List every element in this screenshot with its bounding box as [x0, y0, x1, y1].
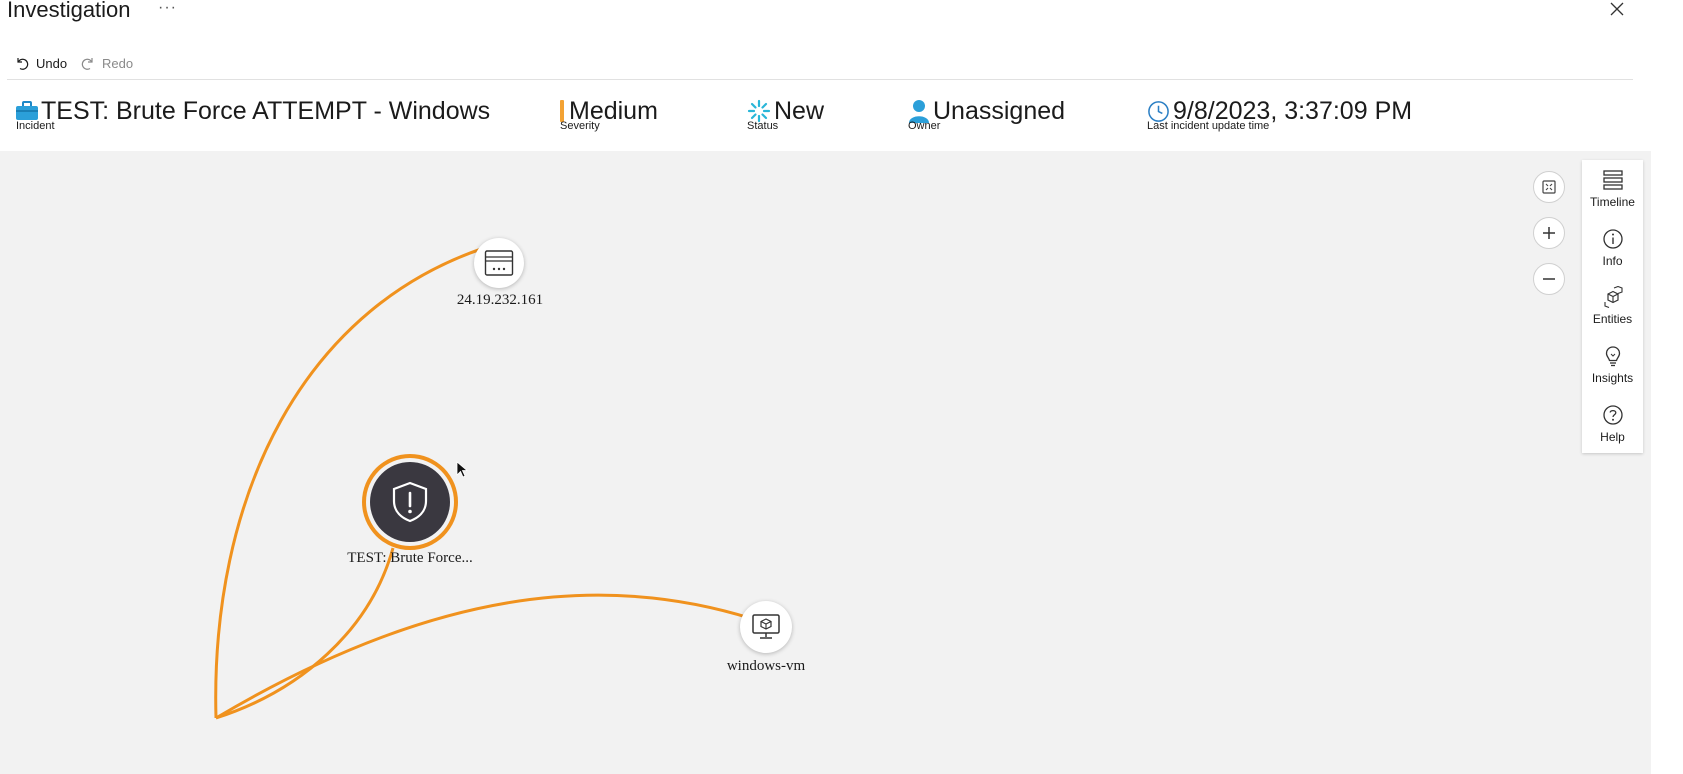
close-button[interactable] [1605, 0, 1629, 23]
undo-label: Undo [36, 55, 68, 71]
timeline-icon [1602, 170, 1623, 190]
edge-alert-to-hub [215, 547, 395, 720]
toolbar-divider [7, 79, 1633, 80]
sidebar-item-help[interactable]: Help [1582, 394, 1643, 453]
mouse-cursor-icon [456, 461, 468, 478]
sidebar-item-label: Entities [1592, 312, 1633, 327]
more-options-button[interactable]: ··· [158, 0, 177, 19]
ip-address-icon [484, 250, 514, 276]
panel-title: Investigation [7, 0, 131, 22]
sidebar-item-label: Insights [1591, 371, 1634, 386]
status-field: New Status [747, 96, 824, 132]
undo-button[interactable]: Undo [14, 52, 67, 74]
host-entity-node[interactable] [740, 601, 792, 653]
side-toolbar: Timeline Info Entities Insights Help [1582, 160, 1643, 453]
ip-entity-node[interactable] [474, 238, 524, 288]
sidebar-item-label: Info [1602, 253, 1623, 268]
help-icon [1602, 405, 1623, 425]
redo-icon [81, 58, 93, 70]
redo-label: Redo [102, 55, 134, 71]
investigation-graph[interactable]: 24.19.232.161 TEST: Brute Force... windo… [0, 151, 1651, 774]
edge-host-to-hub [215, 593, 754, 720]
incident-name: TEST: Brute Force ATTEMPT - Windows [41, 97, 491, 125]
info-icon [1602, 229, 1623, 249]
severity-bar [560, 100, 564, 122]
lightbulb-icon [1605, 346, 1620, 367]
sidebar-item-insights[interactable]: Insights [1582, 336, 1643, 395]
minus-icon [1543, 278, 1555, 280]
shield-alert-icon [392, 481, 428, 523]
ip-entity-label: 24.19.232.161 [456, 292, 544, 308]
zoom-out-button[interactable] [1533, 263, 1565, 295]
sidebar-item-entities[interactable]: Entities [1582, 277, 1643, 336]
undo-icon [17, 58, 29, 70]
redo-button[interactable]: Redo [80, 52, 133, 74]
sidebar-item-label: Help [1600, 429, 1625, 444]
severity-field: Medium Severity [560, 96, 658, 132]
alert-node[interactable] [362, 454, 458, 550]
close-icon [1610, 2, 1624, 16]
last-update-field: 9/8/2023, 3:37:09 PM Last incident updat… [1147, 96, 1412, 132]
fit-screen-icon [1542, 180, 1556, 194]
alert-node-label: TEST: Brute Force... [347, 550, 473, 566]
briefcase-icon [16, 101, 38, 120]
host-entity-label: windows-vm [726, 658, 806, 674]
right-edge [1651, 0, 1683, 774]
status-value: New [774, 97, 825, 125]
investigation-panel: Investigation ··· Undo Redo TEST: Brute … [0, 0, 1651, 774]
incident-name-field: TEST: Brute Force ATTEMPT - Windows Inci… [16, 96, 490, 132]
fit-to-screen-button[interactable] [1533, 171, 1565, 203]
sidebar-item-label: Timeline [1590, 195, 1635, 210]
entities-icon [1603, 286, 1623, 309]
plus-icon [1543, 227, 1555, 239]
owner-value: Unassigned [933, 97, 1066, 125]
graph-edges [214, 241, 754, 720]
computer-icon [752, 614, 780, 639]
zoom-in-button[interactable] [1533, 217, 1565, 249]
sidebar-item-info[interactable]: Info [1582, 219, 1643, 278]
owner-field: Unassigned Owner [908, 96, 1065, 132]
sidebar-item-timeline[interactable]: Timeline [1582, 160, 1643, 219]
